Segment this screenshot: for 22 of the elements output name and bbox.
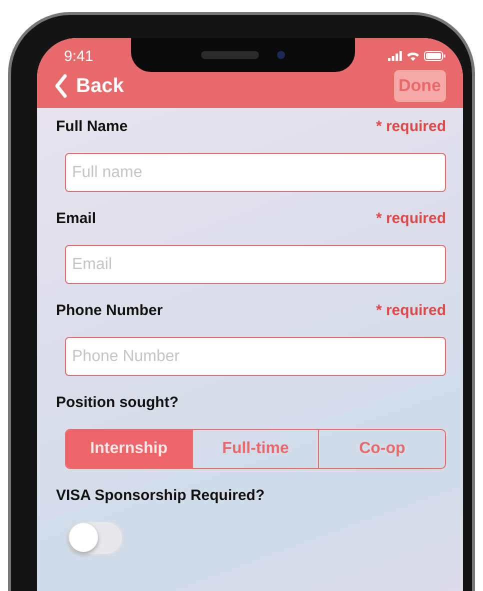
required-note: * required	[376, 210, 446, 226]
back-button[interactable]: Back	[54, 74, 124, 98]
input-field[interactable]: Email	[65, 245, 446, 284]
segment-option[interactable]: Internship	[66, 430, 192, 468]
wifi-icon	[406, 51, 420, 61]
toggle-switch[interactable]	[67, 521, 123, 555]
field-label: Email	[56, 210, 96, 226]
segment-option[interactable]: Full-time	[192, 430, 318, 468]
chevron-left-icon	[54, 74, 68, 98]
field-label: Full Name	[56, 118, 128, 134]
done-button[interactable]: Done	[394, 70, 446, 102]
required-note: * required	[376, 118, 446, 134]
segment-option[interactable]: Co-op	[318, 430, 445, 468]
signal-icon	[388, 51, 402, 61]
field-label: Phone Number	[56, 302, 163, 318]
field-label: VISA Sponsorship Required?	[56, 486, 265, 504]
input-field[interactable]: Phone Number	[65, 337, 446, 376]
field-label: Position sought?	[56, 394, 178, 410]
battery-icon	[424, 51, 446, 61]
required-note: * required	[376, 302, 446, 318]
input-field[interactable]: Full name	[65, 153, 446, 192]
status-time: 9:41	[64, 48, 94, 64]
